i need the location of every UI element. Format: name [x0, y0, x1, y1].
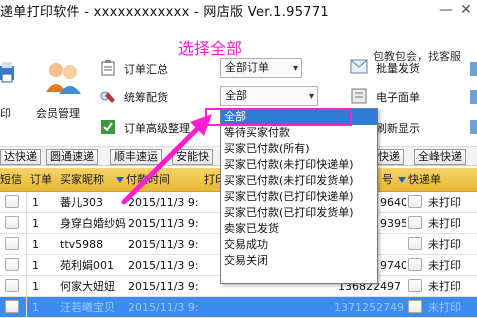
- row-checkbox[interactable]: [5, 300, 19, 313]
- order-number: 1371252749: [334, 301, 404, 314]
- refresh-button[interactable]: 刷新显示: [376, 120, 420, 136]
- express-status: 未打印: [428, 196, 461, 209]
- print-icon[interactable]: [0, 62, 16, 84]
- minimize-button[interactable]: —: [438, 1, 454, 19]
- order-number: 9740: [380, 259, 406, 272]
- delivery-icon: [100, 91, 115, 103]
- chevron-down-icon: ▾: [292, 63, 298, 74]
- pay-time: 2015/11/3 9:: [128, 259, 199, 272]
- buyer-name: 汪若曦宝贝: [60, 301, 115, 314]
- edge-icon: [470, 62, 477, 76]
- dropdown-option[interactable]: 等待买家付款: [221, 125, 377, 141]
- clipboard-icon: [101, 60, 115, 76]
- col-express-label: 快递单: [408, 173, 441, 186]
- batch-ship-icon: [350, 59, 368, 74]
- order-count: 1: [32, 301, 39, 314]
- dropdown-option[interactable]: 买家已付款(已打印发货单): [221, 205, 377, 221]
- express-status: 未打印: [428, 259, 461, 272]
- order-advanced-button[interactable]: 订单高级整理: [124, 120, 190, 136]
- edge-icon: [470, 90, 477, 104]
- row-checkbox[interactable]: [408, 237, 422, 250]
- dropdown-option[interactable]: 交易关闭: [221, 253, 377, 269]
- buyer-name: 苑利娟001: [60, 259, 114, 272]
- order-advanced-icon: [101, 120, 115, 134]
- chevron-down-icon: ▾: [308, 91, 314, 102]
- express-button[interactable]: 圆通速递: [46, 149, 98, 165]
- dropdown-option[interactable]: 买家已付款(未打印发货单): [221, 173, 377, 189]
- unified-delivery-button[interactable]: 统筹配货: [124, 89, 168, 105]
- row-checkbox[interactable]: [408, 195, 422, 208]
- filter-icon: [398, 177, 406, 183]
- order-count: 1: [32, 259, 39, 272]
- order-number: 9640: [380, 196, 406, 209]
- dropdown-option[interactable]: 买家已付款(已打印快递单): [221, 189, 377, 205]
- buyer-name: ttv5988: [60, 238, 104, 251]
- order-type-select[interactable]: 全部订单 ▾: [220, 58, 302, 78]
- status-dropdown-list: 全部 等待买家付款 买家已付款(所有) 买家已付款(未打印快递单) 买家已付款(…: [220, 108, 378, 284]
- status-select[interactable]: 全部 ▾: [220, 86, 318, 106]
- row-checkbox[interactable]: [5, 279, 19, 292]
- express-button[interactable]: 安能快: [172, 149, 213, 165]
- express-status: 未打印: [428, 301, 461, 314]
- row-checkbox[interactable]: [408, 279, 422, 292]
- member-icon[interactable]: [44, 60, 82, 96]
- order-number: 9395: [380, 217, 406, 230]
- col-sms[interactable]: 短信: [0, 168, 22, 192]
- dropdown-option[interactable]: 全部: [221, 109, 377, 125]
- order-count: 1: [32, 217, 39, 230]
- row-checkbox[interactable]: [408, 300, 422, 313]
- buyer-name: 蕃儿303: [60, 196, 103, 209]
- member-management-label[interactable]: 会员管理: [36, 105, 80, 121]
- dropdown-option[interactable]: 买家已付款(所有): [221, 141, 377, 157]
- buyer-name: 身穿白婚纱妈: [60, 217, 126, 230]
- edge-icon: [470, 120, 477, 134]
- annotation-label: 选择全部: [178, 39, 243, 58]
- print-button-label[interactable]: 印: [0, 105, 11, 121]
- express-button[interactable]: 全峰快递: [414, 149, 466, 165]
- express-status: 未打印: [428, 280, 461, 293]
- pay-time: 2015/11/3 9:: [128, 238, 199, 251]
- pay-time: 2015/11/3 9:: [128, 217, 199, 230]
- pay-time: 2015/11/3 9:: [128, 196, 199, 209]
- col-express[interactable]: 快递单: [398, 168, 441, 192]
- express-status: 未打印: [428, 217, 461, 230]
- order-count: 1: [32, 280, 39, 293]
- e-waybill-icon: [351, 88, 367, 104]
- col-pay-time-label: 付款时间: [126, 173, 170, 186]
- row-checkbox[interactable]: [408, 216, 422, 229]
- order-number: [380, 234, 406, 255]
- table-row-selected[interactable]: 1 汪若曦宝贝 2015/11/3 9: 1371252749 未打印: [0, 297, 477, 318]
- pay-time: 2015/11/3 9:: [128, 301, 199, 314]
- filter-icon: [116, 177, 124, 183]
- batch-ship-button[interactable]: 批量发货: [376, 60, 420, 76]
- dropdown-option[interactable]: 买家已付款(未打印快递单): [221, 157, 377, 173]
- close-button[interactable]: ✕: [458, 1, 474, 19]
- pay-time: 2015/11/3 9:: [128, 280, 199, 293]
- row-checkbox[interactable]: [5, 258, 19, 271]
- row-checkbox[interactable]: [5, 237, 19, 250]
- col-buyer[interactable]: 买家昵称: [60, 168, 104, 192]
- dropdown-option[interactable]: 交易成功: [221, 237, 377, 253]
- col-order[interactable]: 订单: [30, 168, 52, 192]
- status-value: 全部: [225, 89, 247, 102]
- e-waybill-button[interactable]: 电子面单: [376, 89, 420, 105]
- col-number[interactable]: 号: [382, 168, 393, 192]
- order-count: 1: [32, 238, 39, 251]
- order-summary-button[interactable]: 订单汇总: [124, 61, 168, 77]
- row-checkbox[interactable]: [5, 195, 19, 208]
- order-count: 1: [32, 196, 39, 209]
- row-checkbox[interactable]: [5, 216, 19, 229]
- order-type-value: 全部订单: [225, 61, 269, 74]
- dropdown-option[interactable]: 卖家已发货: [221, 221, 377, 237]
- buyer-name: 何家大妞妞: [60, 280, 115, 293]
- window-title: 递单打印软件 - xxxxxxxxxxxx - 网店版 Ver.1.95771: [0, 5, 329, 20]
- express-button[interactable]: 顺丰速运: [110, 149, 162, 165]
- col-pay-time[interactable]: 付款时间: [116, 168, 170, 192]
- express-button[interactable]: 达快递: [0, 149, 41, 165]
- express-status: 未打印: [428, 238, 461, 251]
- row-checkbox[interactable]: [408, 258, 422, 271]
- title-bar: 递单打印软件 - xxxxxxxxxxxx - 网店版 Ver.1.95771 …: [0, 0, 477, 22]
